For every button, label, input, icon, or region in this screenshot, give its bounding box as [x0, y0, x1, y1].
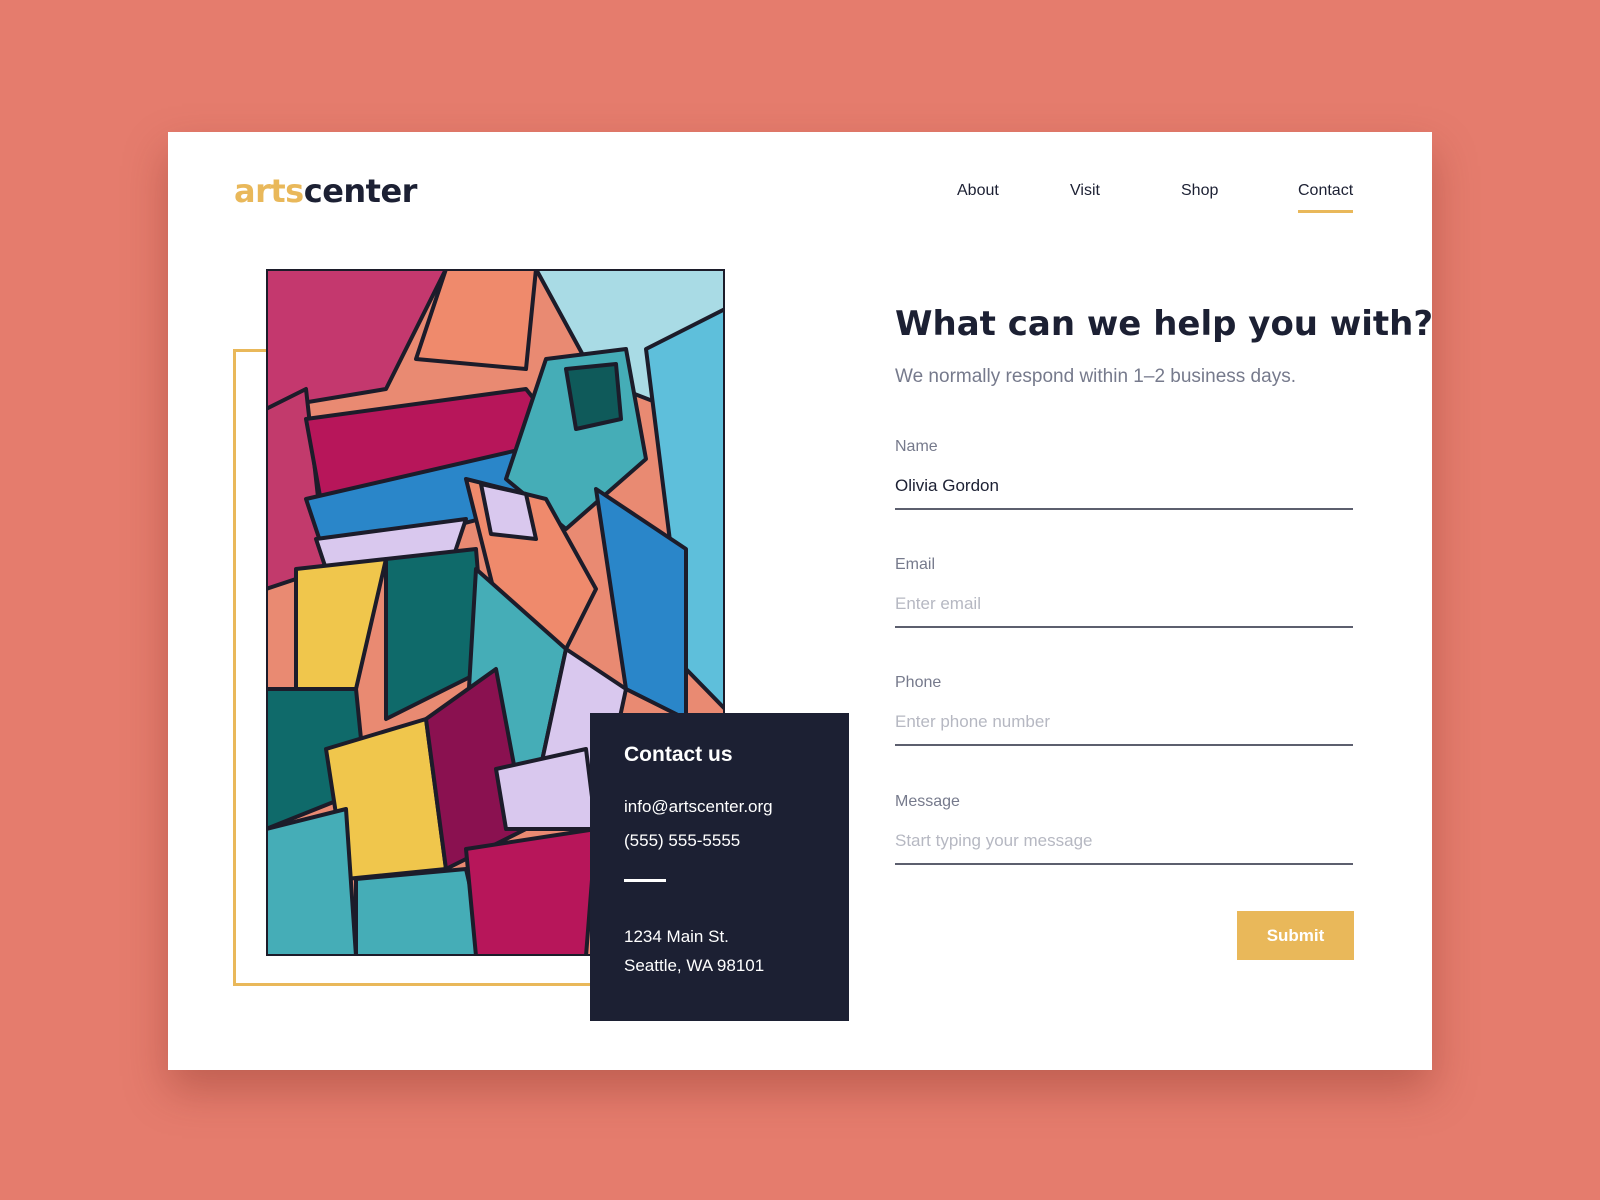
email-field-group: Email	[895, 556, 1353, 628]
page-card: artscenter About Visit Shop Contact Cont…	[168, 132, 1434, 1070]
contact-phone[interactable]: (555) 555-5555	[624, 831, 815, 851]
email-label: Email	[895, 556, 936, 573]
address-line-2: Seattle, WA 98101	[624, 956, 765, 975]
submit-button[interactable]: Submit	[1237, 911, 1354, 960]
nav-contact[interactable]: Contact	[1298, 182, 1354, 213]
name-input[interactable]	[895, 476, 1353, 510]
message-input[interactable]	[895, 831, 1353, 865]
email-input[interactable]	[895, 594, 1353, 628]
nav-shop[interactable]: Shop	[1181, 182, 1218, 200]
logo-center: center	[303, 172, 418, 210]
page-title: What can we help you with?	[895, 304, 1434, 344]
message-label: Message	[895, 793, 960, 810]
phone-label: Phone	[895, 674, 942, 691]
name-label: Name	[895, 438, 938, 455]
contact-email[interactable]: info@artscenter.org	[624, 797, 815, 817]
contact-title: Contact us	[624, 743, 733, 766]
phone-field-group: Phone	[895, 674, 1353, 746]
nav-about[interactable]: About	[957, 182, 999, 200]
address-line-1: 1234 Main St.	[624, 927, 729, 946]
contact-info-card: Contact us info@artscenter.org (555) 555…	[590, 713, 849, 1021]
phone-input[interactable]	[895, 712, 1353, 746]
message-field-group: Message	[895, 793, 1353, 865]
name-field-group: Name	[895, 438, 1353, 510]
logo[interactable]: artscenter	[234, 172, 417, 210]
page-subtitle: We normally respond within 1–2 business …	[895, 366, 1296, 387]
divider	[624, 879, 666, 882]
logo-arts: arts	[234, 172, 304, 210]
nav-visit[interactable]: Visit	[1070, 182, 1100, 200]
